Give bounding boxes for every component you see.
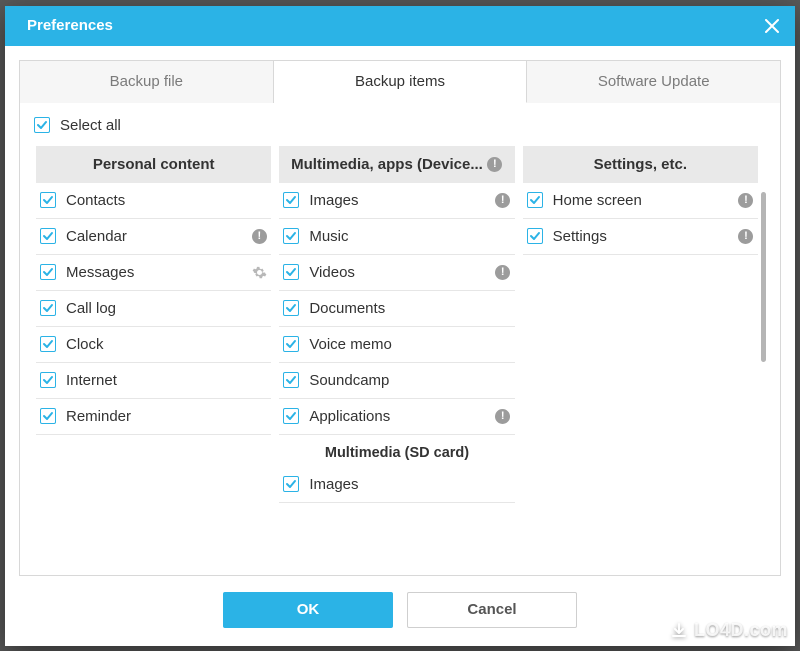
- item-label: Messages: [66, 264, 241, 281]
- checkbox[interactable]: [283, 192, 299, 208]
- titlebar: Preferences: [5, 6, 795, 46]
- multimedia-item: Documents: [279, 291, 514, 327]
- multimedia-item: Music: [279, 219, 514, 255]
- tabs: Backup file Backup items Software Update: [19, 60, 781, 103]
- item-label: Calendar: [66, 228, 241, 245]
- checkbox[interactable]: [527, 228, 543, 244]
- checkbox[interactable]: [283, 408, 299, 424]
- checkbox[interactable]: [40, 372, 56, 388]
- item-label: Images: [309, 476, 510, 493]
- personal-item: Reminder: [36, 399, 271, 435]
- item-label: Settings: [553, 228, 728, 245]
- multimedia-item: Images!: [279, 183, 514, 219]
- personal-item: Calendar!: [36, 219, 271, 255]
- columns-wrap: Personal content Contacts Calendar! Messag…: [32, 146, 768, 575]
- checkbox[interactable]: [40, 336, 56, 352]
- multimedia-item: Videos!: [279, 255, 514, 291]
- item-label: Applications: [309, 408, 484, 425]
- column-header-personal: Personal content: [36, 146, 271, 183]
- select-all-row: Select all: [32, 113, 768, 146]
- window-title: Preferences: [27, 17, 113, 34]
- tab-software-update[interactable]: Software Update: [527, 60, 781, 103]
- column-header-multimedia-label: Multimedia, apps (Device...: [291, 156, 483, 173]
- subheader-sdcard: Multimedia (SD card): [279, 435, 514, 467]
- checkbox[interactable]: [283, 228, 299, 244]
- info-icon[interactable]: !: [738, 228, 754, 244]
- column-header-multimedia: Multimedia, apps (Device... !: [279, 146, 514, 183]
- personal-item: Clock: [36, 327, 271, 363]
- item-label: Call log: [66, 300, 267, 317]
- info-icon[interactable]: !: [487, 156, 503, 172]
- item-label: Documents: [309, 300, 510, 317]
- column-header-personal-label: Personal content: [93, 156, 215, 173]
- info-icon[interactable]: !: [495, 192, 511, 208]
- checkbox[interactable]: [527, 192, 543, 208]
- item-label: Internet: [66, 372, 267, 389]
- personal-item: Internet: [36, 363, 271, 399]
- item-label: Images: [309, 192, 484, 209]
- checkbox[interactable]: [40, 264, 56, 280]
- settings-item: Settings!: [523, 219, 758, 255]
- preferences-window: Preferences Backup file Backup items Sof…: [5, 6, 795, 646]
- gear-icon[interactable]: [251, 264, 267, 280]
- multimedia-item: Voice memo: [279, 327, 514, 363]
- item-label: Videos: [309, 264, 484, 281]
- checkbox[interactable]: [283, 476, 299, 492]
- info-icon[interactable]: !: [495, 264, 511, 280]
- tab-body: Select all Personal content Contacts Cale…: [19, 103, 781, 576]
- select-all-label: Select all: [60, 117, 121, 134]
- column-header-settings-label: Settings, etc.: [594, 156, 687, 173]
- checkbox[interactable]: [40, 300, 56, 316]
- item-label: Clock: [66, 336, 267, 353]
- personal-item: Contacts: [36, 183, 271, 219]
- close-icon[interactable]: [763, 17, 781, 35]
- item-label: Home screen: [553, 192, 728, 209]
- info-icon[interactable]: !: [738, 192, 754, 208]
- sd-item: Images: [279, 467, 514, 503]
- info-icon[interactable]: !: [251, 228, 267, 244]
- checkbox[interactable]: [40, 228, 56, 244]
- watermark: LO4D.com: [670, 620, 788, 641]
- checkbox[interactable]: [283, 336, 299, 352]
- personal-item: Call log: [36, 291, 271, 327]
- tab-backup-items[interactable]: Backup items: [274, 60, 528, 103]
- scrollbar[interactable]: [761, 192, 766, 362]
- checkbox[interactable]: [40, 408, 56, 424]
- watermark-text: LO4D.com: [694, 620, 788, 641]
- item-label: Music: [309, 228, 510, 245]
- column-header-settings: Settings, etc.: [523, 146, 758, 183]
- checkbox[interactable]: [40, 192, 56, 208]
- item-label: Reminder: [66, 408, 267, 425]
- checkbox[interactable]: [283, 300, 299, 316]
- item-label: Voice memo: [309, 336, 510, 353]
- ok-button[interactable]: OK: [223, 592, 393, 628]
- footer: OK Cancel: [19, 576, 781, 646]
- tab-backup-file[interactable]: Backup file: [19, 60, 274, 103]
- content-area: Backup file Backup items Software Update…: [5, 46, 795, 646]
- personal-item: Messages: [36, 255, 271, 291]
- settings-item: Home screen!: [523, 183, 758, 219]
- columns[interactable]: Personal content Contacts Calendar! Messag…: [32, 146, 768, 575]
- column-multimedia: Multimedia, apps (Device... ! Images! Mus…: [275, 146, 518, 575]
- item-label: Contacts: [66, 192, 267, 209]
- multimedia-item: Soundcamp: [279, 363, 514, 399]
- column-settings: Settings, etc. Home screen!Settings!: [519, 146, 762, 575]
- column-personal: Personal content Contacts Calendar! Messag…: [32, 146, 275, 575]
- item-label: Soundcamp: [309, 372, 510, 389]
- multimedia-item: Applications!: [279, 399, 514, 435]
- checkbox[interactable]: [283, 372, 299, 388]
- info-icon[interactable]: !: [495, 408, 511, 424]
- select-all-checkbox[interactable]: [34, 117, 50, 133]
- checkbox[interactable]: [283, 264, 299, 280]
- cancel-button[interactable]: Cancel: [407, 592, 577, 628]
